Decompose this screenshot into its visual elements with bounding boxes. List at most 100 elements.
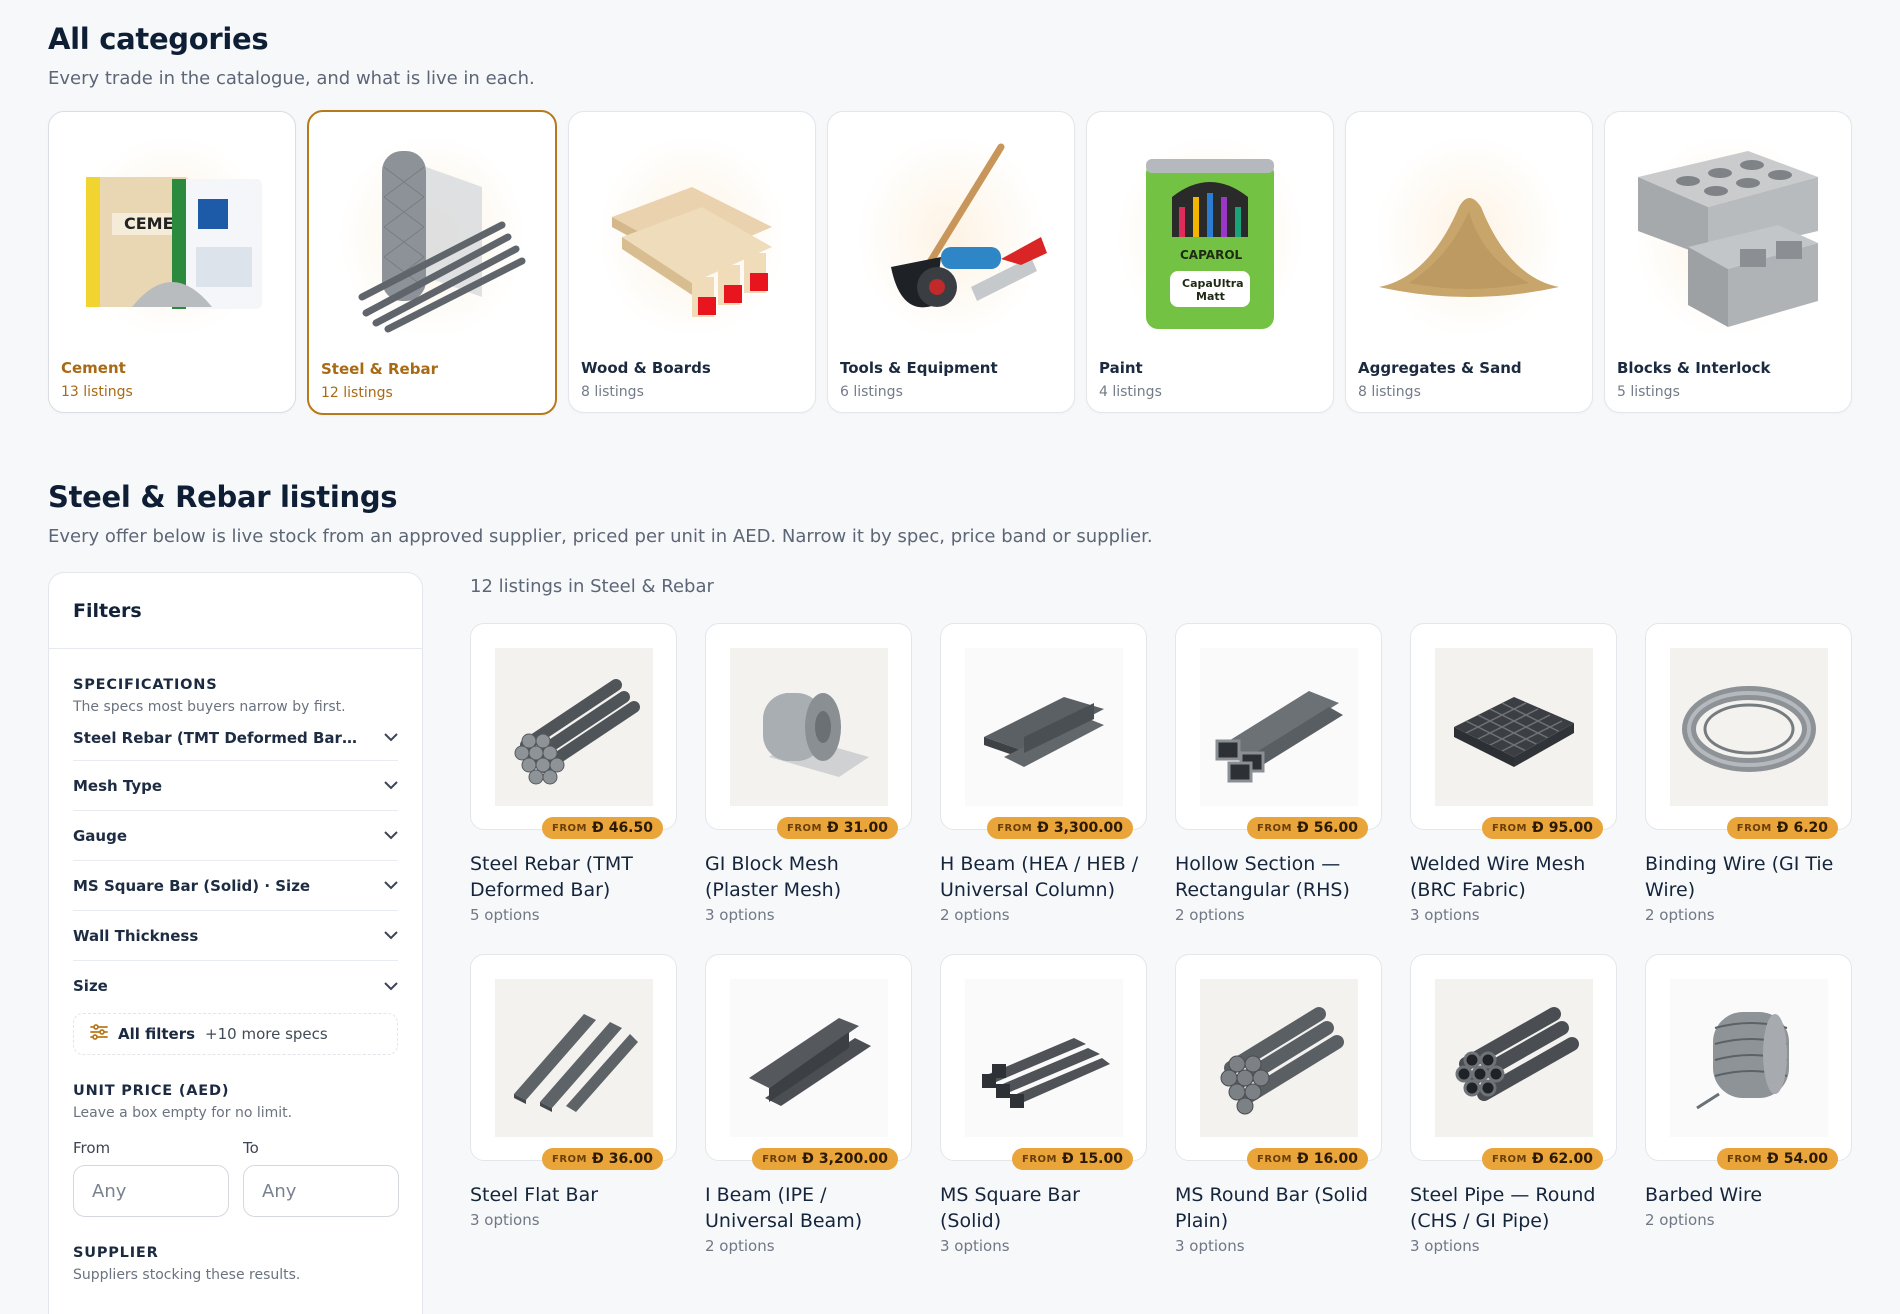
product-image-frame: FROM Ð 15.00 xyxy=(940,954,1147,1170)
spec-filter-square-bar-size[interactable]: MS Square Bar (Solid) · Size xyxy=(73,861,398,911)
category-card-tools-equipment[interactable]: Tools & Equipment 6 listings xyxy=(827,111,1075,413)
categories-title: All categories xyxy=(48,22,269,56)
product-card[interactable]: FROM Ð 62.00 Steel Pipe — Round (CHS / GI … xyxy=(1410,954,1617,1255)
hollow-section-icon xyxy=(1200,648,1358,806)
all-filters-label: All filters xyxy=(118,1025,196,1043)
category-card-wood-boards[interactable]: Wood & Boards 8 listings xyxy=(568,111,816,413)
spec-filter-size[interactable]: Size xyxy=(73,961,398,1011)
category-count: 8 listings xyxy=(1358,384,1421,400)
from-label: FROM xyxy=(551,1153,587,1165)
specifications-label: SPECIFICATIONS xyxy=(73,677,218,693)
dirham-icon: Ð xyxy=(1766,1151,1779,1167)
price-range: From To xyxy=(73,1139,399,1217)
product-name: H Beam (HEA / HEB / Universal Column) xyxy=(940,853,1139,901)
supplier-label: SUPPLIER xyxy=(73,1245,159,1261)
all-filters-button[interactable]: All filters +10 more specs xyxy=(73,1013,398,1055)
product-name: Hollow Section — Rectangular (RHS) xyxy=(1175,853,1350,901)
product-image-frame: FROM Ð 36.00 xyxy=(470,954,677,1170)
product-options: 3 options xyxy=(940,1237,1010,1255)
from-label: FROM xyxy=(1021,1153,1057,1165)
more-specs-count: +10 more specs xyxy=(205,1025,328,1043)
spec-filter-mesh-type[interactable]: Mesh Type xyxy=(73,761,398,811)
product-card[interactable]: FROM Ð 54.00 Barbed Wire 2 options xyxy=(1645,954,1852,1255)
product-card[interactable]: FROM Ð 3,200.00 I Beam (IPE / Universal Be… xyxy=(705,954,912,1255)
product-card[interactable]: FROM Ð 6.20 Binding Wire (GI Tie Wire) 2 o… xyxy=(1645,623,1852,924)
listings-header: Steel & Rebar listings Every offer below… xyxy=(48,480,1153,547)
wire-mesh-icon xyxy=(1435,648,1593,806)
price-badge: FROM Ð 54.00 xyxy=(1716,1148,1838,1170)
product-name: Steel Pipe — Round (CHS / GI Pipe) xyxy=(1410,1184,1596,1232)
spec-filter-label: Steel Rebar (TMT Deformed Bar) · Diamete… xyxy=(73,728,363,747)
product-card[interactable]: FROM Ð 56.00 Hollow Section — Rectangular … xyxy=(1175,623,1382,924)
supplier-section: SUPPLIER Suppliers stocking these result… xyxy=(49,1245,422,1283)
tools-icon xyxy=(840,124,1062,349)
product-options: 3 options xyxy=(470,1211,540,1229)
product-image-frame: FROM Ð 56.00 xyxy=(1175,623,1382,839)
category-card-steel-rebar[interactable]: Steel & Rebar 12 listings xyxy=(307,110,557,415)
price-badge: FROM Ð 62.00 xyxy=(1481,1148,1603,1170)
product-name: Steel Rebar (TMT Deformed Bar) xyxy=(470,853,633,901)
spec-filter-wall-thickness[interactable]: Wall Thickness xyxy=(73,911,398,961)
product-name: Steel Flat Bar xyxy=(470,1184,599,1206)
svg-text:Matt: Matt xyxy=(1196,290,1225,303)
unit-price-hint: Leave a box empty for no limit. xyxy=(73,1105,293,1121)
sand-pile-icon xyxy=(1358,124,1580,349)
unit-price-section: UNIT PRICE (AED) Leave a box empty for n… xyxy=(49,1083,422,1217)
chevron-down-icon xyxy=(384,779,398,793)
price-to-input[interactable] xyxy=(243,1165,399,1217)
price-badge: FROM Ð 3,300.00 xyxy=(987,817,1133,839)
mesh-roll-icon xyxy=(730,648,888,806)
category-count: 13 listings xyxy=(61,384,133,400)
spec-filter-rebar-diameter[interactable]: Steel Rebar (TMT Deformed Bar) · Diamete… xyxy=(73,715,398,761)
categories-header: All categories Every trade in the catalo… xyxy=(48,22,535,89)
price-badge: FROM Ð 6.20 xyxy=(1726,817,1838,839)
product-card[interactable]: FROM Ð 16.00 MS Round Bar (Solid Plain) 3 … xyxy=(1175,954,1382,1255)
dirham-icon: Ð xyxy=(1037,820,1049,836)
product-price: 6.20 xyxy=(1793,820,1828,836)
product-price: 95.00 xyxy=(1548,820,1593,836)
square-bar-icon xyxy=(965,979,1123,1137)
product-card[interactable]: FROM Ð 3,300.00 H Beam (HEA / HEB / Univer… xyxy=(940,623,1147,924)
product-card[interactable]: FROM Ð 36.00 Steel Flat Bar 3 options xyxy=(470,954,677,1255)
chevron-down-icon xyxy=(384,929,398,943)
dirham-icon: Ð xyxy=(1296,1151,1309,1167)
price-from-input[interactable] xyxy=(73,1165,229,1217)
category-name: Wood & Boards xyxy=(581,359,711,377)
product-card[interactable]: FROM Ð 46.50 Steel Rebar (TMT Deformed Bar… xyxy=(470,623,677,924)
dirham-icon: Ð xyxy=(1776,820,1789,836)
price-badge: FROM Ð 56.00 xyxy=(1246,817,1368,839)
price-badge: FROM Ð 3,200.00 xyxy=(752,1148,898,1170)
cement-bag-icon: CEMENT xyxy=(61,124,283,349)
product-price: 3,300.00 xyxy=(1053,820,1123,836)
category-card-aggregates-sand[interactable]: Aggregates & Sand 8 listings xyxy=(1345,111,1593,413)
category-card-blocks-interlock[interactable]: Blocks & Interlock 5 listings xyxy=(1604,111,1852,413)
product-card[interactable]: FROM Ð 31.00 GI Block Mesh (Plaster Mesh) … xyxy=(705,623,912,924)
product-image-frame: FROM Ð 62.00 xyxy=(1410,954,1617,1170)
price-badge: FROM Ð 95.00 xyxy=(1481,817,1603,839)
chevron-down-icon xyxy=(384,731,398,745)
category-count: 5 listings xyxy=(1617,384,1680,400)
price-badge: FROM Ð 31.00 xyxy=(776,817,898,839)
product-options: 3 options xyxy=(1410,906,1480,924)
from-label: FROM xyxy=(1256,1153,1292,1165)
category-name: Blocks & Interlock xyxy=(1617,359,1771,377)
from-label: FROM xyxy=(997,822,1033,834)
product-card[interactable]: FROM Ð 15.00 MS Square Bar (Solid) 3 optio… xyxy=(940,954,1147,1255)
spec-filter-label: Size xyxy=(73,977,108,995)
spec-filter-gauge[interactable]: Gauge xyxy=(73,811,398,861)
product-name: Binding Wire (GI Tie Wire) xyxy=(1645,853,1834,901)
category-card-paint[interactable]: CAPAROL CapaUltra Matt Paint 4 listings xyxy=(1086,111,1334,413)
from-label: FROM xyxy=(1726,1153,1762,1165)
category-count: 6 listings xyxy=(840,384,903,400)
spec-list: Steel Rebar (TMT Deformed Bar) · Diamete… xyxy=(73,715,398,1011)
product-price: 36.00 xyxy=(608,1151,653,1167)
category-card-cement[interactable]: CEMENT Cement 13 listings xyxy=(48,111,296,413)
product-options: 2 options xyxy=(940,906,1010,924)
product-image-frame: FROM Ð 6.20 xyxy=(1645,623,1852,839)
wire-coil-icon xyxy=(1670,648,1828,806)
price-to-group: To xyxy=(243,1139,399,1217)
product-card[interactable]: FROM Ð 95.00 Welded Wire Mesh (BRC Fabric)… xyxy=(1410,623,1617,924)
listings-subtitle: Every offer below is live stock from an … xyxy=(48,526,1153,547)
round-bar-icon xyxy=(1200,979,1358,1137)
price-from-label: From xyxy=(73,1139,111,1157)
